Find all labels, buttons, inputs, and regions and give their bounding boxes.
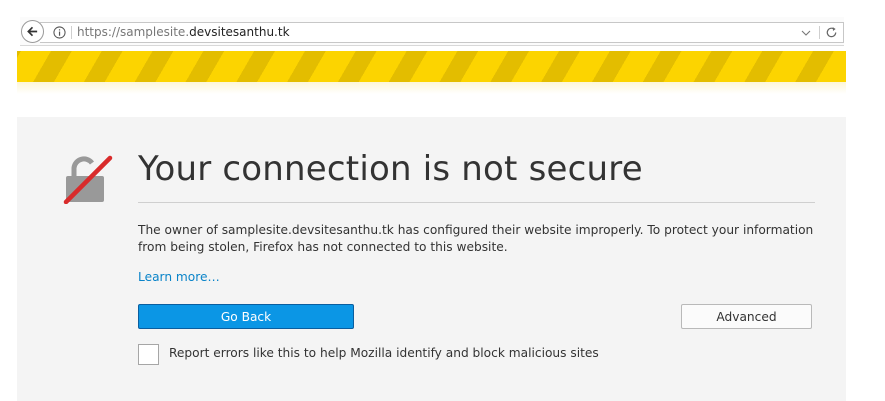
url-scheme: https:// [77, 25, 121, 39]
stripe-fade [17, 82, 846, 94]
url-subdomain: samplesite. [120, 25, 190, 39]
learn-more-link[interactable]: Learn more… [138, 270, 220, 284]
navigation-bar: https://samplesite.devsitesanthu.tk [20, 17, 844, 46]
advanced-button[interactable]: Advanced [681, 304, 812, 329]
url-field[interactable]: https://samplesite.devsitesanthu.tk [40, 22, 844, 43]
title-divider [138, 202, 815, 203]
reload-icon[interactable] [824, 25, 839, 40]
reload-separator [819, 26, 820, 39]
back-button[interactable] [21, 20, 44, 43]
info-icon[interactable] [53, 26, 66, 39]
report-errors-checkbox[interactable] [138, 344, 159, 365]
url-domain: devsitesanthu.tk [189, 25, 290, 39]
back-arrow-icon [27, 26, 38, 37]
url-text[interactable]: https://samplesite.devsitesanthu.tk [77, 25, 290, 39]
go-back-button[interactable]: Go Back [138, 304, 354, 329]
page-title: Your connection is not secure [138, 149, 643, 189]
error-description: The owner of samplesite.devsitesanthu.tk… [138, 223, 814, 254]
broken-lock-icon [63, 155, 113, 204]
warning-stripe [17, 51, 846, 82]
url-separator [71, 26, 72, 39]
report-errors-label[interactable]: Report errors like this to help Mozilla … [169, 346, 599, 360]
chevron-down-icon[interactable] [799, 26, 813, 40]
